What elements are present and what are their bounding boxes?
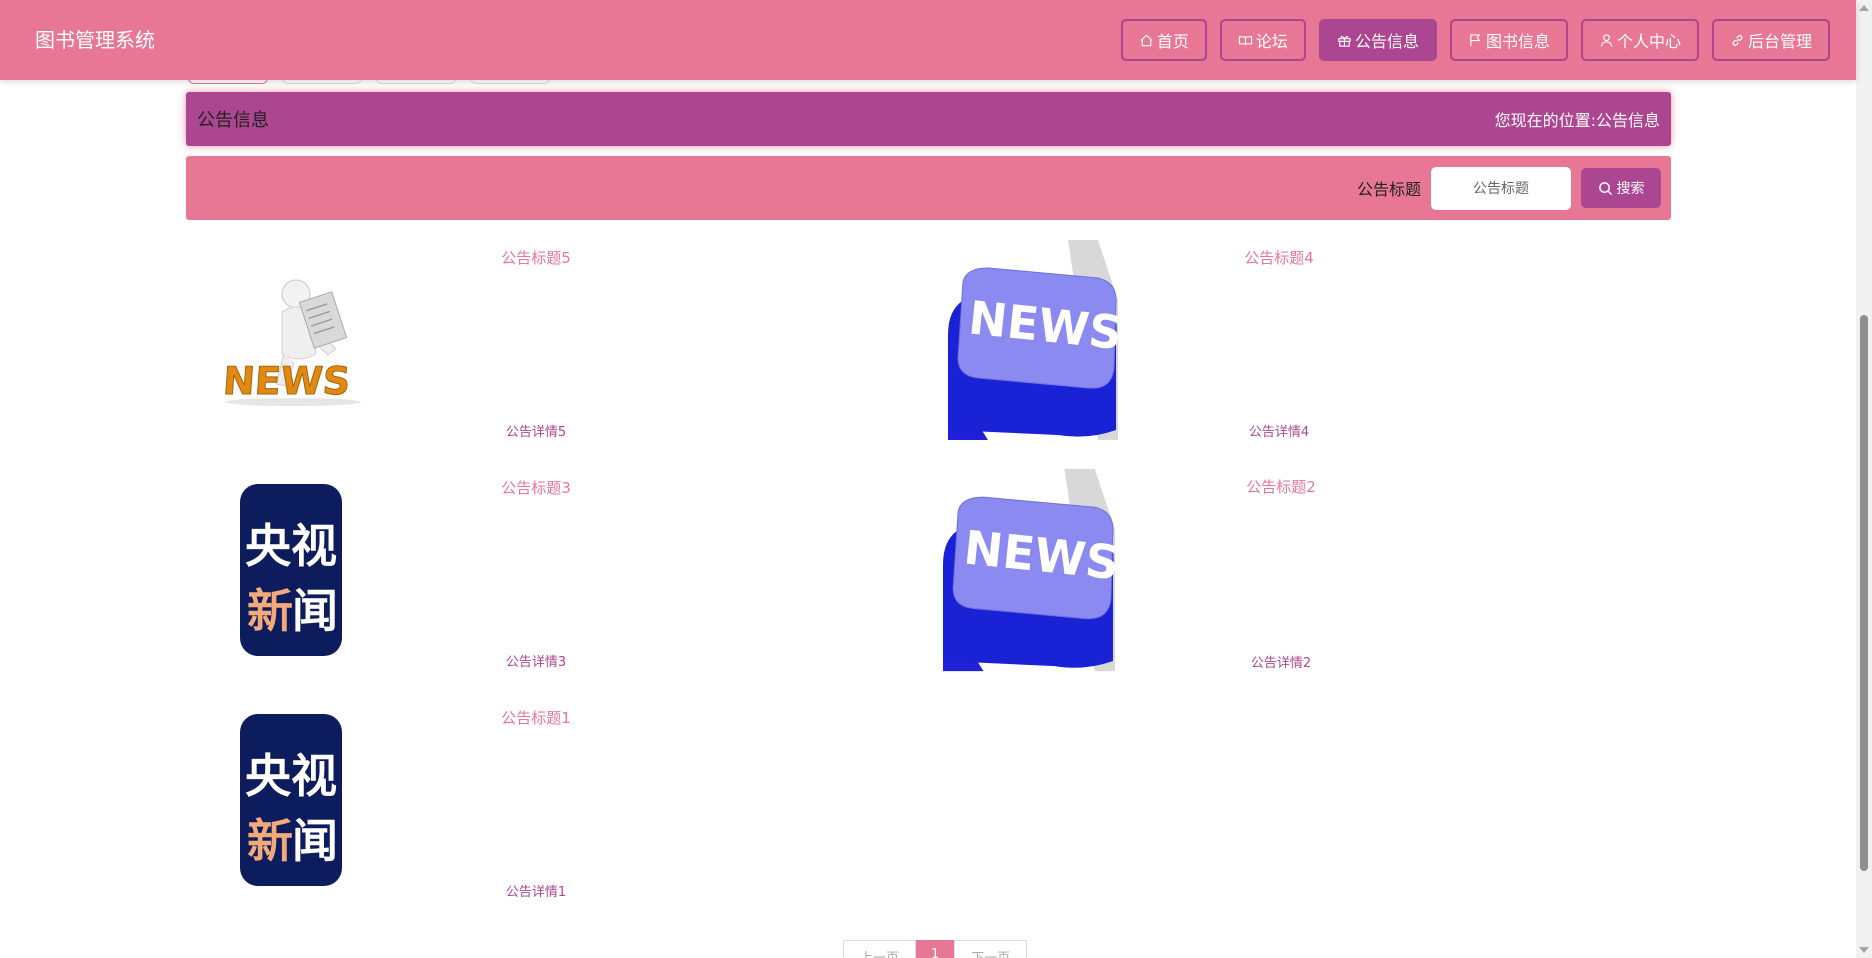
next-page-button[interactable]: 下一页 bbox=[954, 940, 1028, 958]
nav-notice[interactable]: 公告信息 bbox=[1318, 19, 1437, 61]
link-icon bbox=[1732, 34, 1743, 46]
search-label: 公告标题 bbox=[1356, 180, 1421, 199]
notice-image-news-key[interactable]: NEWS bbox=[943, 468, 1115, 672]
search-button[interactable]: 搜索 bbox=[1581, 168, 1661, 208]
notice-title[interactable]: 公告标题5 bbox=[186, 247, 886, 268]
page-banner: 公告信息 您现在的位置: 公告信息 bbox=[186, 92, 1671, 146]
notice-title[interactable]: 公告标题2 bbox=[931, 476, 1631, 497]
prev-page-button[interactable]: 上一页 bbox=[843, 940, 917, 958]
notice-detail-link[interactable]: 公告详情5 bbox=[186, 421, 886, 440]
user-icon bbox=[1600, 33, 1613, 47]
nav-forum[interactable]: 论坛 bbox=[1219, 19, 1306, 61]
search-icon bbox=[1598, 181, 1612, 195]
notice-card[interactable]: 央视 新 闻 公告标题1 公告详情1 bbox=[186, 700, 886, 900]
notice-detail-link[interactable]: 公告详情1 bbox=[186, 881, 886, 900]
notice-card[interactable]: NEWS 公告标题2 公告详情2 bbox=[931, 468, 1631, 672]
search-bar: 公告标题 搜索 bbox=[186, 156, 1671, 220]
svg-text:NEWS: NEWS bbox=[222, 359, 352, 403]
breadcrumb-current[interactable]: 公告信息 bbox=[1596, 107, 1660, 131]
notice-image-news-figure[interactable]: NEWS bbox=[218, 254, 368, 410]
brand-title[interactable]: 图书管理系统 bbox=[35, 25, 155, 55]
nav-admin-label: 后台管理 bbox=[1747, 32, 1812, 51]
svg-text:闻: 闻 bbox=[292, 814, 338, 868]
top-navbar: 图书管理系统 首页 论坛 公告信息 图书信息 个人中心 后台管理 bbox=[0, 0, 1856, 80]
notice-card[interactable]: NEWS 公告标题5 公告详情5 bbox=[186, 240, 886, 440]
search-button-label: 搜索 bbox=[1616, 180, 1645, 196]
notice-card[interactable]: NEWS 公告标题4 公告详情4 bbox=[929, 240, 1629, 440]
breadcrumb-prefix: 您现在的位置: bbox=[1494, 111, 1596, 130]
current-page[interactable]: 1 bbox=[916, 940, 955, 958]
vertical-scrollbar[interactable] bbox=[1856, 0, 1872, 958]
svg-text:新: 新 bbox=[247, 814, 293, 868]
nav-profile-label: 个人中心 bbox=[1616, 32, 1681, 51]
scroll-up-arrow-icon[interactable] bbox=[1859, 5, 1869, 11]
nav-forum-label: 论坛 bbox=[1255, 32, 1288, 51]
nav-profile[interactable]: 个人中心 bbox=[1580, 19, 1699, 61]
gift-icon bbox=[1338, 35, 1351, 47]
notice-title[interactable]: 公告标题1 bbox=[186, 707, 886, 728]
svg-text:新: 新 bbox=[247, 584, 293, 638]
notice-card[interactable]: 央视 新 闻 公告标题3 公告详情3 bbox=[186, 470, 886, 670]
nav-books[interactable]: 图书信息 bbox=[1449, 19, 1568, 61]
notice-detail-link[interactable]: 公告详情2 bbox=[931, 652, 1631, 671]
flag-icon bbox=[1470, 33, 1481, 46]
app-root: 图书管理系统 首页 论坛 公告信息 图书信息 个人中心 后台管理 公告信息 您现… bbox=[0, 0, 1872, 958]
notice-image-cctv-news[interactable]: 央视 新 闻 bbox=[238, 712, 344, 888]
nav-home-label: 首页 bbox=[1156, 32, 1189, 51]
notice-title[interactable]: 公告标题4 bbox=[929, 247, 1629, 268]
nav-books-label: 图书信息 bbox=[1485, 32, 1550, 51]
breadcrumb: 您现在的位置: 公告信息 bbox=[1495, 107, 1660, 131]
svg-text:闻: 闻 bbox=[292, 584, 338, 638]
svg-text:央视: 央视 bbox=[245, 749, 337, 803]
svg-text:央视: 央视 bbox=[245, 519, 337, 573]
scroll-down-arrow-icon[interactable] bbox=[1859, 947, 1869, 953]
notice-detail-link[interactable]: 公告详情3 bbox=[186, 651, 886, 670]
nav-home[interactable]: 首页 bbox=[1120, 19, 1207, 61]
notice-image-cctv-news[interactable]: 央视 新 闻 bbox=[238, 482, 344, 658]
pagination: 上一页 1 下一页 bbox=[843, 940, 1028, 958]
scrollbar-thumb[interactable] bbox=[1860, 315, 1868, 871]
book-open-icon bbox=[1238, 35, 1253, 45]
page-title: 公告信息 bbox=[197, 110, 269, 131]
home-icon bbox=[1140, 34, 1153, 46]
notice-image-news-key[interactable]: NEWS bbox=[948, 240, 1118, 440]
notice-title[interactable]: 公告标题3 bbox=[186, 477, 886, 498]
nav-notice-label: 公告信息 bbox=[1354, 32, 1419, 51]
notice-detail-link[interactable]: 公告详情4 bbox=[929, 421, 1629, 440]
search-input[interactable] bbox=[1431, 166, 1571, 210]
main-nav: 首页 论坛 公告信息 图书信息 个人中心 后台管理 bbox=[1120, 19, 1830, 61]
nav-admin[interactable]: 后台管理 bbox=[1711, 19, 1830, 61]
